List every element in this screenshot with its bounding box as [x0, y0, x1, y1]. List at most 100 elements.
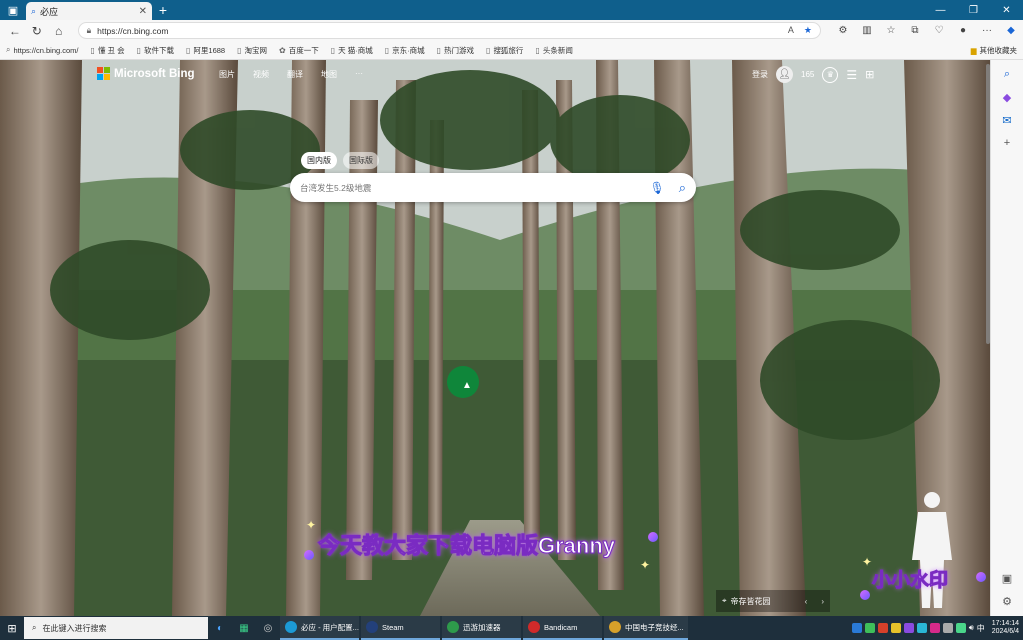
tray-icon[interactable] [877, 623, 888, 633]
edge-icon [285, 621, 297, 633]
app-icon[interactable]: ◎ [256, 616, 280, 640]
sparkle-icon: ✦ [640, 558, 651, 572]
bookmark-item[interactable]: ▯ 阿里1688 [186, 45, 225, 56]
taskbar-app-steam[interactable]: Steam [361, 616, 440, 640]
nav-maps[interactable]: 地图 [321, 69, 337, 80]
bookmark-item[interactable]: ▯ 搜狐旅行 [486, 45, 523, 56]
rewards-icon[interactable]: ♛ [822, 66, 839, 83]
bookmark-item[interactable]: ▯ 软件下载 [137, 45, 174, 56]
bookmark-item[interactable]: ▯ 淘宝网 [237, 45, 267, 56]
nav-images[interactable]: 图片 [219, 69, 235, 80]
favorites-icon[interactable]: ☆ [883, 25, 899, 36]
bookmark-item[interactable]: ⌕ https://cn.bing.com/ [6, 45, 79, 55]
scope-intl-button[interactable]: 国际版 [343, 152, 379, 169]
taskbar-app-accelerator[interactable]: 迅游加速器 [442, 616, 521, 640]
new-tab-button[interactable]: + [152, 2, 174, 18]
volume-icon[interactable]: 🔊︎ [969, 623, 974, 633]
ime-icon[interactable]: 中 [977, 623, 985, 634]
avatar-icon[interactable]: 👤︎ [776, 66, 793, 83]
other-favorites[interactable]: ▆ 其他收藏夹 [971, 45, 1017, 56]
taskbar-app-esports[interactable]: 中国电子竞技经... [604, 616, 688, 640]
tray-icon[interactable] [916, 623, 927, 633]
refresh-icon[interactable]: ↻ [26, 21, 48, 41]
favorite-star-icon[interactable]: ★ [804, 25, 812, 36]
bookmark-item[interactable]: ▯ 京东·商城 [385, 45, 425, 56]
close-tab-icon[interactable]: ✕ [139, 6, 147, 17]
search-box: 🎙︎ ⌕ [290, 173, 696, 202]
qr-code-icon[interactable]: ⊞ [865, 68, 874, 81]
close-window-icon[interactable]: ✕ [990, 5, 1023, 16]
clock-date: 2024/6/4 [991, 628, 1019, 635]
planet-icon [860, 590, 870, 600]
add-icon[interactable]: + [1004, 137, 1010, 149]
next-image-icon[interactable]: › [821, 597, 824, 606]
accelerator-icon [447, 621, 459, 633]
collections-icon[interactable]: ⧉ [907, 25, 923, 36]
hamburger-menu-icon[interactable]: ☰ [846, 68, 857, 82]
back-icon[interactable]: ← [4, 21, 26, 41]
search-icon[interactable]: ⌕ [679, 180, 686, 196]
browser-toolbar: ← ↻ ⌂ 🔒︎ https://cn.bing.com A ★ ⚙ ▥ ☆ ⧉… [0, 20, 1023, 41]
tray-icon[interactable] [864, 623, 875, 633]
app-icon[interactable]: ◐ [208, 616, 232, 640]
toolbar-actions: ⚙ ▥ ☆ ⧉ ♡ ● ··· ◆ [835, 25, 1019, 36]
signin-link[interactable]: 登录 [752, 69, 768, 80]
tray-icon[interactable] [955, 623, 966, 633]
video-subtitle: 今天教大家下载电脑版Granny [317, 533, 616, 559]
tray-icon[interactable] [890, 623, 901, 633]
taskbar-search[interactable]: ⌕ 在此键入进行搜索 [24, 617, 208, 639]
taskbar: ⊞ ⌕ 在此键入进行搜索 ◐ ▦ ◎ 必应 - 用户配置... Steam 迅游… [0, 616, 1023, 640]
nav-videos[interactable]: 视频 [253, 69, 269, 80]
window-controls: — ❐ ✕ [924, 5, 1023, 16]
bing-logo[interactable]: Microsoft Bing [97, 67, 195, 80]
windows-start-icon[interactable]: ⊞ [0, 616, 24, 640]
bookmark-item[interactable]: ▯ 热门游戏 [437, 45, 474, 56]
tab-actions-icon[interactable]: ▣ [0, 0, 26, 20]
bookmark-item[interactable]: ▯ 懂 丑 会 [91, 45, 125, 56]
search-icon[interactable]: ⌕ [1004, 68, 1010, 81]
minimize-icon[interactable]: — [924, 5, 957, 16]
copilot-icon[interactable]: ◆ [1003, 91, 1011, 104]
more-icon[interactable]: ··· [979, 25, 995, 36]
taskbar-app-bandicam[interactable]: Bandicam [523, 616, 602, 640]
copilot-icon[interactable]: ◆ [1003, 25, 1019, 36]
profile-icon[interactable]: ● [955, 25, 971, 36]
bookmark-item[interactable]: ▯ 头条新闻 [535, 45, 572, 56]
page-icon: ▯ [237, 45, 242, 55]
page-icon: ▯ [535, 45, 540, 55]
nav-translate[interactable]: 翻译 [287, 69, 303, 80]
tray-icon[interactable] [851, 623, 862, 633]
split-screen-icon[interactable]: ▥ [859, 25, 875, 36]
home-icon[interactable]: ⌂ [48, 21, 70, 41]
tray-icon[interactable] [903, 623, 914, 633]
restore-icon[interactable]: ❐ [957, 5, 990, 16]
address-bar[interactable]: 🔒︎ https://cn.bing.com A ★ [77, 22, 821, 39]
clock[interactable]: 17:14:14 2024/6/4 [992, 620, 1019, 636]
settings-icon[interactable]: ⚙ [1002, 595, 1012, 608]
extensions-icon[interactable]: ⚙ [835, 25, 851, 36]
scope-cn-button[interactable]: 国内版 [301, 152, 337, 169]
sparkle-icon: ✦ [862, 555, 873, 569]
read-aloud-icon[interactable]: A [788, 25, 794, 36]
app-icon[interactable]: ▦ [232, 616, 256, 640]
nav-more[interactable]: ··· [355, 69, 363, 80]
clock-time: 17:14:14 [991, 620, 1019, 627]
bookmark-item[interactable]: ▯ 天 猫·商城 [331, 45, 373, 56]
esports-icon [609, 621, 621, 633]
microphone-icon[interactable]: 🎙︎ [649, 181, 664, 195]
tab-bing[interactable]: ⌕ 必应 ✕ [26, 2, 152, 20]
tray-icon[interactable] [942, 623, 953, 633]
outlook-icon[interactable]: ✉ [1002, 114, 1011, 127]
tab-title: 必应 [40, 6, 59, 17]
bookmark-item[interactable]: ✿ 百度一下 [279, 45, 319, 56]
tray-icon[interactable] [929, 623, 940, 633]
browser-essentials-icon[interactable]: ♡ [931, 25, 947, 36]
screenshot-icon[interactable]: ▣ [1002, 572, 1012, 585]
prev-image-icon[interactable]: ‹ [805, 597, 808, 606]
search-input[interactable] [300, 182, 650, 193]
taskbar-app-edge[interactable]: 必应 - 用户配置... [280, 616, 359, 640]
page-icon: ▯ [330, 45, 336, 55]
edge-sidebar: ⌕ ◆ ✉ + ▣ ⚙ [990, 60, 1023, 616]
page-icon: ▯ [90, 45, 95, 55]
image-location-bar[interactable]: ⌖ 帝存皆花园 ‹ › [716, 590, 830, 612]
